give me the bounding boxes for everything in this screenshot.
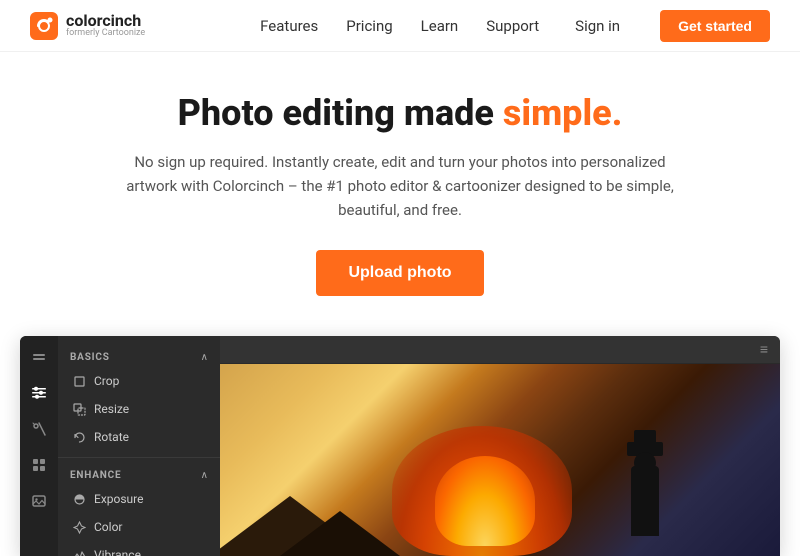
crop-label: Crop [94,374,119,388]
app-preview: BASICS ∧ Crop Resize [20,336,780,556]
rotate-label: Rotate [94,430,129,444]
resize-icon [72,402,86,416]
menu-item-rotate[interactable]: Rotate [58,423,220,451]
logo-text-area: colorcinch formerly Cartoonize [66,13,145,38]
crop-icon [72,374,86,388]
person-body [631,466,659,536]
menu-item-crop[interactable]: Crop [58,367,220,395]
vibrance-icon [72,548,86,556]
sign-in-link[interactable]: Sign in [575,17,620,35]
sidebar-icon-strip [20,336,58,556]
basics-section-header: BASICS ∧ [58,346,220,367]
layers-icon[interactable] [28,346,50,368]
image-icon[interactable] [28,490,50,512]
hero-title-accent: simple. [503,92,622,134]
hero-title: Photo editing made simple. [20,92,780,134]
canvas-image [220,364,780,556]
vibrance-label: Vibrance [94,548,141,556]
section-separator [58,457,220,458]
menu-item-resize[interactable]: Resize [58,395,220,423]
color-label: Color [94,520,122,534]
enhance-chevron-icon: ∧ [201,470,208,481]
sidebar-panel: BASICS ∧ Crop Resize [58,336,220,556]
logo-area[interactable]: colorcinch formerly Cartoonize [30,12,145,40]
hero-title-part1: Photo editing made [178,92,503,134]
hero-section: Photo editing made simple. No sign up re… [0,52,800,326]
magic-wand-icon[interactable] [28,418,50,440]
exposure-label: Exposure [94,492,143,506]
mountain-mid [280,511,400,556]
flame-inner [435,456,535,546]
menu-item-exposure[interactable]: Exposure [58,485,220,513]
nav-learn[interactable]: Learn [421,17,459,35]
sliders-icon[interactable] [28,382,50,404]
menu-item-vibrance[interactable]: Vibrance [58,541,220,556]
enhance-section-header: ENHANCE ∧ [58,464,220,485]
logo-icon [30,12,58,40]
canvas-area: ≡ [220,336,780,556]
nav-pricing[interactable]: Pricing [346,17,392,35]
main-nav: Features Pricing Learn Support Sign in G… [260,10,770,42]
grid-icon[interactable] [28,454,50,476]
upload-photo-button[interactable]: Upload photo [316,250,483,296]
canvas-menu-icon[interactable]: ≡ [760,341,770,358]
exposure-icon [72,492,86,506]
basics-chevron-icon: ∧ [201,352,208,363]
canvas-topbar: ≡ [220,336,780,364]
nav-support[interactable]: Support [486,17,539,35]
menu-item-color[interactable]: Color [58,513,220,541]
hero-subtitle: No sign up required. Instantly create, e… [120,150,680,222]
brand-name: colorcinch [66,13,145,29]
color-icon [72,520,86,534]
rotate-icon [72,430,86,444]
header: colorcinch formerly Cartoonize Features … [0,0,800,52]
get-started-button[interactable]: Get started [660,10,770,42]
sidebar: BASICS ∧ Crop Resize [20,336,220,556]
resize-label: Resize [94,402,129,416]
nav-features[interactable]: Features [260,17,318,35]
person-silhouette [610,426,680,536]
enhance-title: ENHANCE [70,470,121,481]
brand-formerly: formerly Cartoonize [66,29,145,38]
basics-title: BASICS [70,352,110,363]
